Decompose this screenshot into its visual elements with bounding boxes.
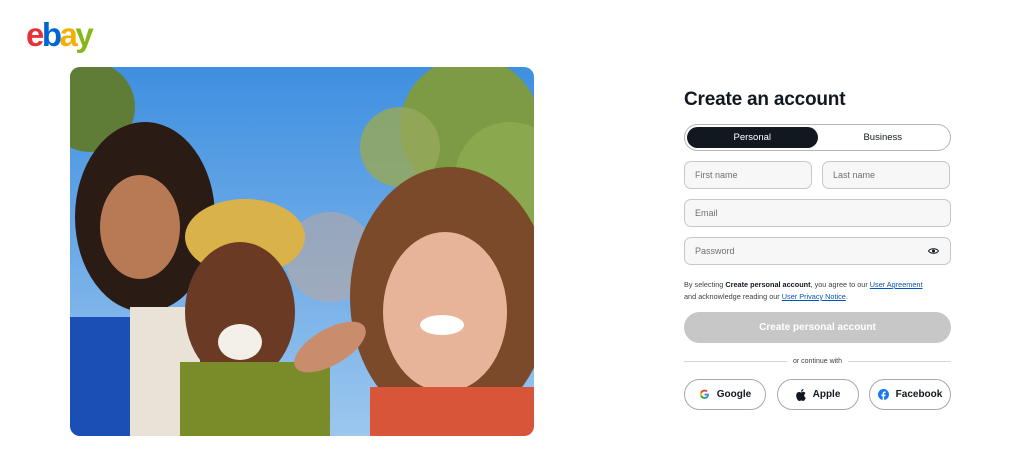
password-field[interactable]: Password bbox=[684, 237, 951, 265]
user-agreement-link[interactable]: User Agreement bbox=[870, 280, 923, 289]
signup-form: Create an account Personal Business Firs… bbox=[684, 88, 951, 410]
eye-icon[interactable] bbox=[926, 246, 940, 256]
facebook-button[interactable]: Facebook bbox=[869, 379, 951, 410]
logo-letter-e: e bbox=[26, 16, 44, 53]
logo-letter-b: b bbox=[41, 16, 62, 53]
logo-letter-a: a bbox=[59, 16, 78, 53]
ebay-logo[interactable]: ebay bbox=[26, 16, 94, 54]
legal-notice: By selecting Create personal account, yo… bbox=[684, 279, 951, 303]
divider-line-left bbox=[684, 361, 787, 362]
apple-label: Apple bbox=[812, 389, 841, 400]
logo-letter-y: y bbox=[75, 16, 93, 53]
last-name-field[interactable]: Last name bbox=[822, 161, 950, 189]
apple-icon bbox=[795, 388, 807, 401]
legal-second-line: and acknowledge reading our bbox=[684, 292, 782, 301]
create-account-button[interactable]: Create personal account bbox=[684, 312, 951, 343]
divider-line-right bbox=[848, 361, 951, 362]
last-name-placeholder: Last name bbox=[833, 170, 876, 180]
facebook-icon bbox=[878, 389, 890, 401]
email-field[interactable]: Email bbox=[684, 199, 951, 227]
password-placeholder: Password bbox=[695, 246, 735, 256]
privacy-notice-link[interactable]: User Privacy Notice bbox=[782, 292, 846, 301]
facebook-label: Facebook bbox=[895, 389, 943, 400]
legal-bold: Create personal account bbox=[725, 280, 811, 289]
hero-image bbox=[70, 67, 534, 436]
divider: or continue with bbox=[684, 358, 951, 365]
legal-middle: , you agree to our bbox=[810, 280, 870, 289]
first-name-placeholder: First name bbox=[695, 170, 738, 180]
email-placeholder: Email bbox=[695, 208, 718, 218]
google-label: Google bbox=[716, 389, 752, 400]
google-icon bbox=[699, 389, 711, 401]
first-name-field[interactable]: First name bbox=[684, 161, 812, 189]
tab-personal[interactable]: Personal bbox=[687, 127, 818, 148]
legal-suffix: . bbox=[845, 292, 848, 301]
divider-text: or continue with bbox=[792, 358, 843, 365]
apple-button[interactable]: Apple bbox=[776, 379, 859, 410]
google-button[interactable]: Google bbox=[684, 379, 766, 410]
page-title: Create an account bbox=[684, 89, 846, 110]
social-login: Google Apple Facebook bbox=[684, 379, 951, 410]
tab-business[interactable]: Business bbox=[818, 127, 949, 148]
account-type-toggle: Personal Business bbox=[684, 124, 951, 151]
legal-prefix: By selecting bbox=[684, 280, 726, 289]
people-photo-icon bbox=[70, 67, 534, 436]
